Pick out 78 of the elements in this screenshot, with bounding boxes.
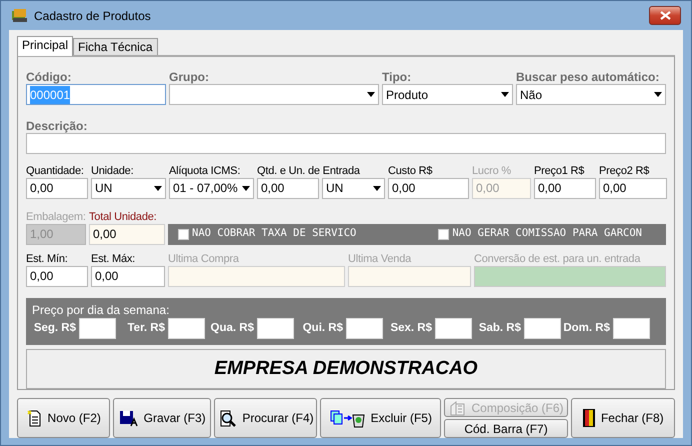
field-label: Preço2 R$ (599, 164, 650, 178)
input-field[interactable] (26, 132, 666, 154)
field-label: Grupo: (169, 70, 209, 84)
building-icon (448, 400, 467, 416)
company-name: EMPRESA DEMONSTRACAO (214, 356, 478, 381)
button[interactable]: Cód. Barra (F7) (444, 419, 568, 438)
field-label: Lucro % (472, 164, 511, 178)
input-field[interactable]: 0,00 (26, 178, 88, 199)
close-button[interactable] (649, 6, 681, 25)
field-label: Ultima Compra (168, 252, 239, 266)
field-label: Total Unidade: (89, 210, 157, 224)
field-label: Sab. R$ (478, 320, 522, 336)
field-label: Qui. R$ (302, 320, 344, 336)
input-field[interactable] (474, 266, 666, 287)
field-label: Ultima Venda (348, 252, 412, 266)
button[interactable]: Procurar (F4) (214, 398, 318, 438)
input-field[interactable]: 0,00 (599, 178, 667, 199)
input-field[interactable] (524, 318, 561, 339)
caret-icon (654, 92, 662, 97)
dropdown[interactable]: Não (516, 84, 666, 105)
input-field[interactable]: 0,00 (91, 266, 165, 287)
field-label: Est. Máx: (91, 252, 136, 266)
checkbox[interactable] (178, 228, 189, 240)
input-field[interactable]: 0,00 (89, 224, 165, 245)
floppy-disk-icon (118, 410, 139, 426)
field-label: Tipo: (382, 70, 412, 84)
checkbox-label: NAO GERAR COMISSAO PARA GARCON (452, 226, 642, 242)
field-label: Ter. R$ (126, 320, 166, 336)
button[interactable]: Gravar (F3) (113, 398, 211, 438)
door-icon (582, 408, 596, 428)
caret-icon (501, 92, 509, 97)
button[interactable]: Excluir (F5) (320, 398, 442, 438)
checkbox-label: NAO COBRAR TAXA DE SERVICO (192, 226, 356, 242)
input-field[interactable] (613, 318, 650, 339)
dropdown[interactable]: Produto (382, 84, 513, 105)
input-field[interactable]: 0,00 (26, 266, 88, 287)
field-label: Qtd. e Un. de Entrada (257, 164, 360, 178)
dropdown[interactable]: UN (91, 178, 166, 199)
field-label: Custo R$ (388, 164, 432, 178)
input-field[interactable]: 0,00 (388, 178, 469, 199)
field-label: Quantidade: (26, 164, 84, 178)
field-label: Código: (26, 70, 72, 84)
field-label: Qua. R$ (210, 320, 255, 336)
checkbox[interactable] (438, 228, 450, 240)
document-icon (26, 410, 43, 426)
input-field[interactable] (346, 318, 383, 339)
close-icon (660, 11, 670, 20)
input-field[interactable] (257, 318, 294, 339)
field-label: Embalagem: (26, 210, 86, 224)
app-icon (11, 8, 28, 23)
tab[interactable]: Ficha Técnica (73, 38, 158, 55)
input-field[interactable]: 0,00 (257, 178, 319, 199)
field-label: Descrição: (26, 118, 88, 133)
field-label: Alíquota ICMS: (169, 164, 240, 178)
caret-icon (373, 186, 381, 191)
field-label: Buscar peso automático: (516, 70, 660, 84)
input-field[interactable] (435, 318, 472, 339)
field-label: Conversão de est. para un. entrada (474, 252, 640, 266)
button[interactable]: Fechar (F8) (570, 398, 675, 438)
caret-icon (154, 186, 162, 191)
button[interactable]: Novo (F2) (17, 398, 110, 438)
field-label: Seg. R$ (32, 320, 77, 336)
caret-icon (367, 92, 375, 97)
copy-to-trash-icon (330, 408, 366, 428)
input-field[interactable]: 0,00 (534, 178, 596, 199)
input-field[interactable] (79, 318, 116, 339)
tab[interactable]: Principal (17, 36, 74, 56)
field-label: Sex. R$ (389, 320, 433, 336)
field-label: Preço1 R$ (534, 164, 584, 178)
dropdown[interactable]: 01 - 07,00% (169, 178, 254, 199)
panel-title: Preço por dia da semana: (32, 302, 170, 318)
field-label: Dom. R$ (562, 320, 611, 336)
field-label: Est. Mín: (26, 252, 68, 266)
field-label: Unidade: (91, 164, 134, 178)
window-title: Cadastro de Produtos (34, 8, 151, 24)
dropdown[interactable]: UN (322, 178, 385, 199)
caret-icon (242, 186, 250, 191)
input-field[interactable] (168, 318, 205, 339)
